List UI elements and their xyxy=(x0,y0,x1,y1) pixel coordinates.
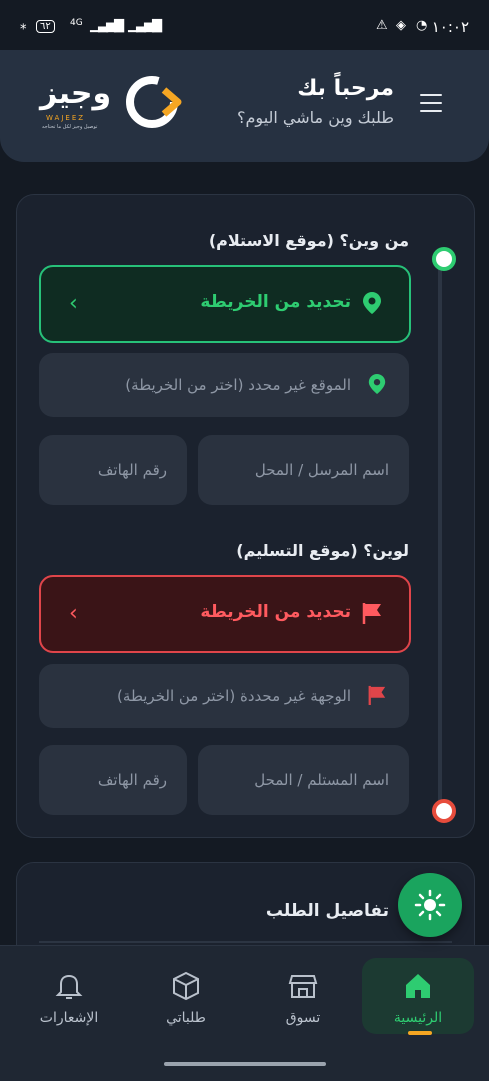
nav-notifications[interactable]: الإشعارات xyxy=(13,958,125,1034)
logo-tagline: توصيل وجيز لكل ما تحتاجه xyxy=(42,124,98,130)
sender-name-input[interactable]: اسم المرسل / المحل xyxy=(198,435,409,505)
warning-icon: ⚠ xyxy=(376,18,388,33)
location-pin-icon xyxy=(363,292,381,314)
pickup-dot-icon xyxy=(432,247,456,271)
greeting-title: مرحباً بك xyxy=(297,76,394,101)
receiver-name-placeholder: اسم المستلم / المحل xyxy=(254,771,389,789)
whatsapp-icon: ◔ xyxy=(416,18,428,33)
pickup-title: من وين؟ (موقع الاستلام) xyxy=(208,231,409,250)
theme-toggle-button[interactable] xyxy=(398,873,462,937)
status-bar: ١٠:٠٢ ⁎ ٦٢ 4G ▁▃▅▇ ▁▃▅▇ ⚠ ◈ ◔ xyxy=(0,0,489,50)
flag-icon xyxy=(362,603,381,624)
route-card: من وين؟ (موقع الاستلام) تحديد من الخريطة… xyxy=(16,194,475,838)
vpn-icon: ◈ xyxy=(396,18,406,33)
sun-icon xyxy=(414,889,446,921)
dropoff-location-field[interactable]: الوجهة غير محددة (اختر من الخريطة) xyxy=(39,664,409,728)
chevron-left-icon: ‹ xyxy=(69,601,78,626)
nav-home-label: الرئيسية xyxy=(393,1010,443,1026)
receiver-phone-placeholder: رقم الهاتف xyxy=(97,771,167,789)
dropoff-map-button[interactable]: تحديد من الخريطة ‹ xyxy=(39,575,411,653)
cell-bars-2-icon: ▁▃▅▇ xyxy=(128,18,162,33)
bottom-nav: الرئيسية تسوق طلباتي الإشعارات xyxy=(0,945,489,1081)
box-icon xyxy=(173,971,199,1001)
pickup-location-placeholder: الموقع غير محدد (اختر من الخريطة) xyxy=(125,376,351,394)
network-type: 4G xyxy=(70,18,83,28)
app-logo: وجيز WAJEEZ توصيل وجيز لكل ما تحتاجه xyxy=(40,70,190,134)
logo-latin: WAJEEZ xyxy=(46,114,86,122)
nav-notifications-label: الإشعارات xyxy=(39,1010,99,1026)
pickup-location-field[interactable]: الموقع غير محدد (اختر من الخريطة) xyxy=(39,353,409,417)
nav-home[interactable]: الرئيسية xyxy=(362,958,474,1034)
home-icon xyxy=(406,974,430,998)
bell-icon xyxy=(55,974,83,999)
receiver-name-input[interactable]: اسم المستلم / المحل xyxy=(198,745,409,815)
nav-shop[interactable]: تسوق xyxy=(247,958,359,1034)
gesture-bar xyxy=(164,1062,326,1066)
cell-bars-icon: ▁▃▅▇ xyxy=(90,18,124,33)
dropoff-location-placeholder: الوجهة غير محددة (اختر من الخريطة) xyxy=(117,687,351,705)
dropoff-dot-icon xyxy=(432,799,456,823)
nav-active-indicator xyxy=(408,1031,432,1035)
order-details-title: تفاصيل الطلب xyxy=(265,901,389,921)
app-header: مرحباً بك طلبك وين ماشي اليوم؟ وجيز WAJE… xyxy=(0,50,489,162)
dropoff-title: لوين؟ (موقع التسليم) xyxy=(236,541,409,560)
battery-icon: ٦٢ xyxy=(36,20,55,33)
chevron-left-icon: ‹ xyxy=(69,291,78,316)
flag-icon xyxy=(368,685,386,705)
nav-shop-label: تسوق xyxy=(285,1010,321,1026)
nav-orders[interactable]: طلباتي xyxy=(130,958,242,1034)
pickup-map-label: تحديد من الخريطة xyxy=(200,292,351,312)
greeting-subtitle: طلبك وين ماشي اليوم؟ xyxy=(237,108,394,127)
route-timeline xyxy=(438,255,442,807)
logo-text: وجيز xyxy=(40,76,112,111)
status-time: ١٠:٠٢ xyxy=(431,18,469,36)
sender-phone-placeholder: رقم الهاتف xyxy=(97,461,167,479)
location-pin-icon xyxy=(368,374,386,394)
sender-phone-input[interactable]: رقم الهاتف xyxy=(39,435,187,505)
receiver-phone-input[interactable]: رقم الهاتف xyxy=(39,745,187,815)
nav-orders-label: طلباتي xyxy=(166,1010,206,1026)
logo-mark-icon xyxy=(126,76,182,128)
signal-icon: ⁎ xyxy=(20,18,27,33)
divider xyxy=(39,941,452,943)
sender-name-placeholder: اسم المرسل / المحل xyxy=(254,461,389,479)
pickup-map-button[interactable]: تحديد من الخريطة ‹ xyxy=(39,265,411,343)
menu-icon[interactable] xyxy=(420,94,442,112)
store-icon xyxy=(288,975,318,998)
dropoff-map-label: تحديد من الخريطة xyxy=(200,602,351,622)
